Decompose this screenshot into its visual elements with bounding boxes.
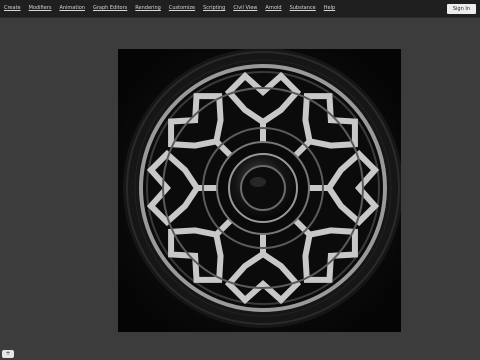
plus-icon[interactable]: + xyxy=(2,350,14,358)
menu-bar: Create Modifiers Animation Graph Editors… xyxy=(0,0,480,18)
menu-arnold[interactable]: Arnold xyxy=(261,0,285,17)
menu-modifiers[interactable]: Modifiers xyxy=(25,0,56,17)
render-viewport[interactable] xyxy=(118,49,401,332)
menu-rendering[interactable]: Rendering xyxy=(131,0,165,17)
menu-scripting[interactable]: Scripting xyxy=(199,0,229,17)
menu-graph-editors[interactable]: Graph Editors xyxy=(89,0,131,17)
wheel-image xyxy=(118,49,401,332)
menu-civil-view[interactable]: Civil View xyxy=(229,0,261,17)
menu-help[interactable]: Help xyxy=(320,0,339,17)
menu-customize[interactable]: Customize xyxy=(165,0,199,17)
sign-in-button[interactable]: Sign In xyxy=(446,4,476,14)
menu-animation[interactable]: Animation xyxy=(55,0,89,17)
menu-substance[interactable]: Substance xyxy=(286,0,320,17)
menu-create[interactable]: Create xyxy=(0,0,25,17)
